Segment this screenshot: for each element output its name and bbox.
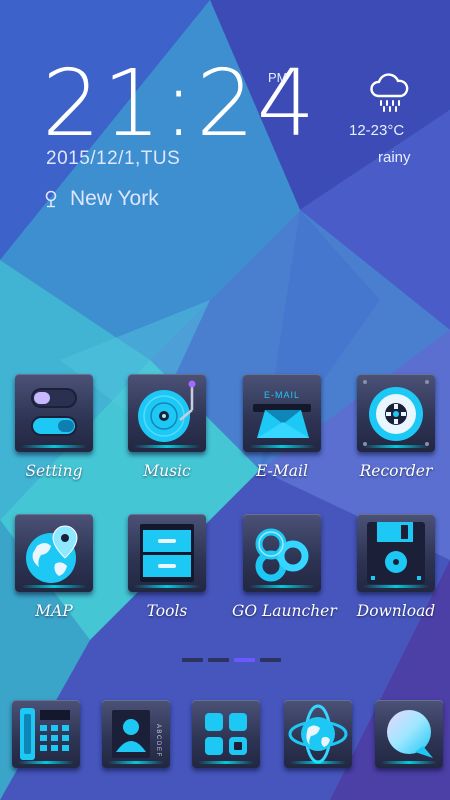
weather-temperature: 12-23°C (349, 122, 405, 139)
page-dot-active[interactable] (234, 658, 255, 662)
app-setting[interactable]: Setting (4, 374, 104, 480)
location-label[interactable]: New York (70, 187, 159, 211)
contacts-index-letters: A B C D E F (155, 724, 161, 757)
app-map[interactable]: MAP (4, 514, 104, 620)
email-slot-icon: E-MAIL (243, 374, 321, 452)
page-dot[interactable] (260, 658, 281, 662)
dock-app-drawer[interactable] (192, 700, 260, 768)
app-recorder[interactable]: Recorder (346, 374, 446, 480)
floppy-disk-icon (357, 514, 435, 592)
go-logo-icon (243, 514, 321, 592)
app-music[interactable]: Music (117, 374, 217, 480)
rain-cloud-icon[interactable] (368, 70, 412, 114)
contacts-icon: A B C D E F (102, 700, 170, 768)
app-download[interactable]: Download (346, 514, 446, 620)
app-label: Tools (146, 602, 188, 620)
page-dot[interactable] (208, 658, 229, 662)
cassette-reel-icon (357, 374, 435, 452)
clock-ampm: PM (268, 70, 288, 85)
app-label: Music (143, 462, 191, 480)
dock-contacts[interactable]: A B C D E F (102, 700, 170, 768)
toggle-switches-icon (15, 374, 93, 452)
weather-condition: rainy (378, 149, 411, 166)
app-label: MAP (35, 602, 73, 620)
dock-browser[interactable] (284, 700, 352, 768)
app-email[interactable]: E-MAIL E-Mail (232, 374, 332, 480)
page-dot[interactable] (182, 658, 203, 662)
app-go-launcher[interactable]: GO Launcher (232, 514, 337, 620)
phone-dialer-icon (12, 700, 80, 768)
app-drawer-icon (192, 700, 260, 768)
dock-phone[interactable] (12, 700, 80, 768)
location-pin-icon (45, 190, 57, 208)
app-label: GO Launcher (232, 602, 337, 620)
messaging-bubble-icon (375, 700, 443, 768)
app-tools[interactable]: Tools (117, 514, 217, 620)
app-label: E-Mail (256, 462, 308, 480)
turntable-icon (128, 374, 206, 452)
email-icon-text: E-MAIL (264, 390, 300, 400)
app-label: Download (356, 602, 436, 620)
app-label: Recorder (359, 462, 433, 480)
drawers-icon (128, 514, 206, 592)
browser-globe-icon (284, 700, 352, 768)
app-label: Setting (25, 462, 83, 480)
dock-messaging[interactable] (375, 700, 443, 768)
clock-date[interactable]: 2015/12/1,TUS (46, 148, 180, 170)
page-indicator[interactable] (182, 658, 281, 662)
globe-pin-icon (15, 514, 93, 592)
